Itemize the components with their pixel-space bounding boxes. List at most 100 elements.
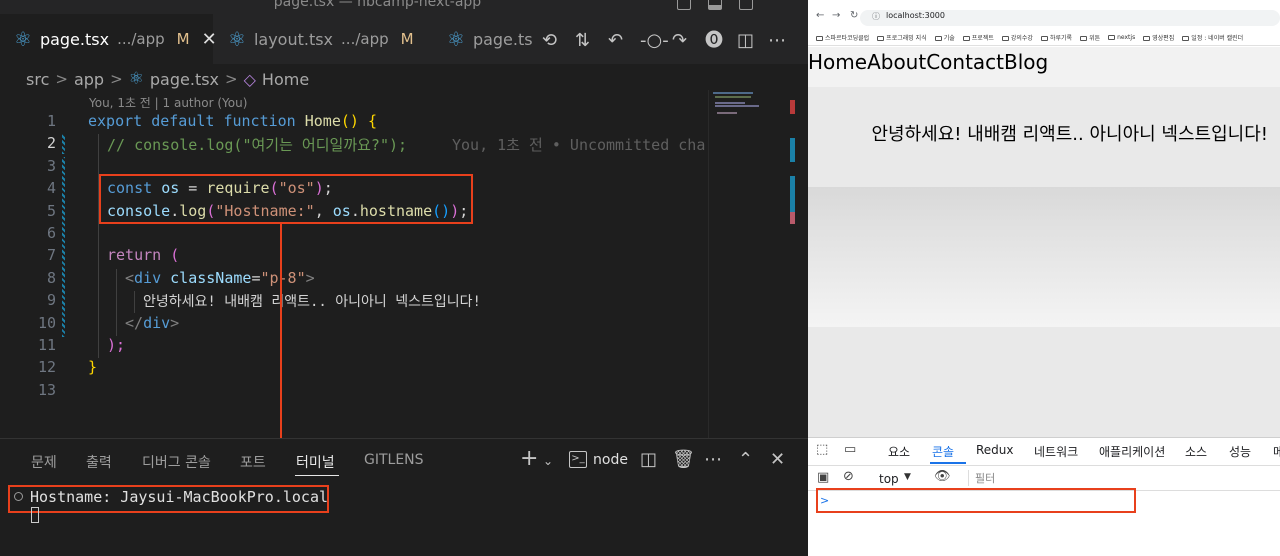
bookmark-item[interactable]: 하루기록 — [1040, 33, 1072, 42]
browser-toolbar: ← → ↻ ⓘ localhost:3000 — [808, 0, 1280, 30]
git-modified-marker — [62, 134, 65, 154]
nav-link-about[interactable]: About — [867, 50, 926, 74]
bookmark-item[interactable]: 기술 — [934, 33, 955, 42]
site-nav: Home About Contact Blog — [808, 50, 1048, 74]
tab-output[interactable]: 출력 — [86, 452, 112, 472]
breadcrumb-file[interactable]: page.tsx — [150, 70, 219, 89]
tab-terminal[interactable]: 터미널 — [296, 452, 335, 472]
bookmark-item[interactable]: nextjs — [1108, 34, 1135, 41]
split-terminal-icon[interactable]: ◫ — [640, 449, 657, 470]
maximize-panel-icon[interactable]: ⌃ — [738, 449, 753, 470]
commit-icon[interactable]: -○- — [640, 31, 669, 51]
vscode-window: page.tsx — nbcamp-next-app ⚛ page.tsx ..… — [0, 0, 808, 556]
more-actions-icon[interactable]: ⋯ — [768, 31, 786, 51]
folder-icon — [1001, 36, 1009, 41]
nav-link-contact[interactable]: Contact — [926, 50, 1004, 74]
line-number: 8 — [46, 269, 56, 287]
sidebar-toggle-icon[interactable]: ▣ — [817, 470, 829, 485]
bookmark-item[interactable]: 프로그래밍 지식 — [877, 33, 927, 42]
bookmark-item[interactable]: 프로젝트 — [962, 33, 994, 42]
clear-console-icon[interactable]: ⊘ — [843, 469, 854, 484]
inspect-element-icon[interactable]: ⬚ — [816, 442, 828, 457]
breadcrumb-symbol[interactable]: Home — [262, 70, 309, 89]
line-number: 10 — [37, 314, 56, 332]
compare-changes-icon[interactable]: ⇅ — [575, 31, 590, 51]
close-panel-icon[interactable]: ✕ — [770, 449, 785, 470]
breadcrumb: src > app > ⚛ page.tsx > ◇ Home — [26, 68, 309, 90]
tab-performance[interactable]: 성능 — [1229, 443, 1251, 460]
codelens-blame[interactable]: You, 1초 전 | 1 author (You) — [89, 94, 247, 111]
minimap[interactable] — [708, 90, 788, 438]
tab-network[interactable]: 네트워크 — [1034, 443, 1078, 460]
back-icon[interactable]: ← — [816, 10, 824, 21]
new-terminal-icon[interactable]: + — [520, 446, 538, 471]
code-line-10[interactable]: </div> — [125, 314, 179, 332]
gitlens-icon[interactable]: ⓿ — [705, 31, 723, 51]
terminal-name[interactable]: node — [593, 452, 628, 468]
forward-icon[interactable]: → — [832, 10, 840, 21]
indent-guide — [134, 291, 135, 313]
context-select[interactable]: top — [879, 472, 899, 486]
code-line-2[interactable]: // console.log("여기는 어디일까요?"); — [107, 134, 407, 155]
tab-sources[interactable]: 소스 — [1185, 443, 1207, 460]
tab-page-tsx-2[interactable]: ⚛ page.tsx — [433, 14, 533, 64]
trash-icon[interactable]: 🗑 — [672, 449, 695, 470]
tab-layout-tsx[interactable]: ⚛ layout.tsx .../app M — [214, 14, 432, 64]
toggle-secondary-sidebar-icon[interactable] — [739, 0, 753, 10]
url-text[interactable]: localhost:3000 — [886, 11, 945, 20]
line-number: 12 — [37, 358, 56, 376]
tab-application[interactable]: 애플리케이션 — [1099, 443, 1165, 460]
tab-gitlens[interactable]: GITLENS — [364, 452, 424, 468]
chevron-down-icon[interactable]: ▼ — [904, 472, 911, 482]
toggle-sidebar-icon[interactable] — [677, 0, 691, 10]
tab-console[interactable]: 콘솔 — [932, 443, 954, 460]
eye-icon[interactable]: 👁 — [934, 469, 951, 484]
toggle-panel-icon[interactable] — [708, 0, 722, 10]
device-toolbar-icon[interactable]: ▭ — [844, 442, 856, 457]
tab-elements[interactable]: 요소 — [888, 443, 910, 460]
tab-debug-console[interactable]: 디버그 콘솔 — [142, 452, 211, 472]
code-line-11[interactable]: ); — [107, 336, 125, 354]
code-line-1[interactable]: export default function Home() { — [88, 112, 377, 130]
breadcrumb-app[interactable]: app — [74, 70, 104, 89]
line-number: 13 — [37, 381, 56, 399]
chevron-down-icon[interactable]: ⌄ — [543, 454, 553, 468]
bookmark-item[interactable]: 영상편집 — [1143, 33, 1174, 42]
nav-link-blog[interactable]: Blog — [1004, 50, 1048, 74]
folder-icon — [1080, 36, 1088, 41]
annotation-highlight-box — [816, 488, 1136, 513]
tab-ports[interactable]: 포트 — [240, 452, 266, 472]
code-line-8[interactable]: <div className="p-8"> — [125, 269, 315, 287]
code-line-7[interactable]: return ( — [107, 246, 179, 264]
line-number: 6 — [46, 224, 56, 242]
inline-blame: You, 1초 전 • Uncommitted char — [452, 136, 715, 154]
split-editor-icon[interactable]: ◫ — [737, 31, 754, 51]
tab-page-tsx[interactable]: ⚛ page.tsx .../app M ✕ — [0, 14, 217, 64]
bookmark-item[interactable]: 일정 : 네이버 캘린더 — [1182, 33, 1243, 42]
chevron-right-icon: > — [55, 70, 68, 88]
site-info-icon[interactable]: ⓘ — [872, 11, 880, 22]
editor-scrollbar[interactable] — [788, 90, 808, 438]
next-change-icon[interactable]: ↷ — [672, 31, 687, 51]
previous-change-icon[interactable]: ↶ — [608, 31, 623, 51]
code-line-9[interactable]: 안녕하세요! 내배캠 리액트.. 아니아니 넥스트입니다! — [143, 291, 481, 311]
line-number: 2 — [46, 134, 56, 152]
reload-icon[interactable]: ↻ — [850, 10, 858, 21]
bookmark-item[interactable]: 강의수강 — [1001, 33, 1033, 42]
filter-input[interactable]: 필터 — [968, 470, 1280, 486]
nav-link-home[interactable]: Home — [808, 50, 867, 74]
line-number: 3 — [46, 157, 56, 175]
bookmark-item[interactable]: 스파르타코딩클럽 — [816, 33, 869, 42]
code-line-12[interactable]: } — [88, 358, 97, 376]
breadcrumb-src[interactable]: src — [26, 70, 49, 89]
timeline-icon[interactable]: ⟲ — [542, 31, 557, 51]
tab-modified-badge: M — [176, 30, 190, 48]
folder-icon — [962, 36, 970, 41]
line-number: 4 — [46, 179, 56, 197]
console-prompt[interactable]: > — [820, 494, 829, 507]
more-actions-icon[interactable]: ⋯ — [704, 449, 722, 470]
bookmark-item[interactable]: 위튼 — [1080, 33, 1100, 42]
tab-more[interactable]: 메 — [1273, 443, 1280, 460]
tab-problems[interactable]: 문제 — [31, 452, 57, 472]
tab-redux[interactable]: Redux — [976, 443, 1014, 457]
